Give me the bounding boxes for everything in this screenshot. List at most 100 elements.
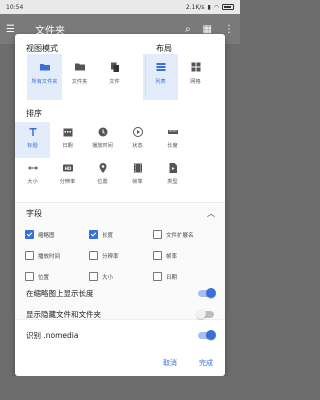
background-scrim [0,376,240,400]
view-mode-title: 视图模式 [26,44,58,53]
view-layout-row: 所有文件夹 文件夹 文件 列表 网格 [15,54,225,100]
svg-text:HD: HD [64,166,71,171]
view-mode-folders[interactable]: 文件夹 [62,54,97,100]
toggle-label: 识别 .nomedia [26,330,79,340]
ruler-icon [167,130,178,134]
field-length[interactable]: 长度 [89,224,153,245]
cancel-button[interactable]: 取消 [163,358,177,368]
layout-label: 列表 [155,79,166,85]
toggle-label: 在缩略图上显示长度 [26,288,94,298]
signal-icon: ▮ [207,3,211,11]
view-mode-label: 文件夹 [71,79,88,85]
battery-icon [222,4,234,10]
sort-label: 分辨率 [59,179,76,185]
done-button[interactable]: 完成 [199,358,213,368]
status-bar: 10:54 2.1K/s ▮ ◠ [0,0,240,14]
network-speed: 2.1K/s [185,3,205,11]
status-icon [132,127,143,137]
menu-icon[interactable]: ☰ [6,24,15,35]
checkbox[interactable] [25,230,34,239]
more-icon[interactable]: ⋮ [224,24,234,35]
field-thumbnail[interactable]: 缩略图 [25,224,89,245]
status-time: 10:54 [6,3,24,11]
field-label: 缩略图 [38,232,55,239]
field-resolution[interactable]: 分辨率 [89,245,153,266]
title-icon [29,128,36,136]
field-label: 日期 [166,274,178,281]
folder-open-icon [39,64,50,71]
checkbox[interactable] [25,251,34,260]
sort-label: 帧率 [132,179,143,185]
fields-header[interactable]: 字段 ︿ [15,203,225,223]
fields-section: 字段 ︿ 缩略图 长度 文件扩展名 播放时间 分辨率 帧率 位置 大小 日期 [15,202,225,320]
field-extension[interactable]: 文件扩展名 [153,224,217,245]
sort-label: 位置 [97,179,108,185]
field-label: 帧率 [166,253,178,260]
sort-label: 标题 [27,143,38,149]
sort-options-grid: 标题 日期 播放时间 状态 长度 大小 HD 分辨率 位置 帧率 类型 [15,122,225,194]
field-label: 位置 [38,274,50,281]
sort-label: 状态 [132,143,143,149]
checkbox[interactable] [153,230,162,239]
sort-placeholder [190,122,225,158]
layout-divider [145,56,146,96]
field-playtime[interactable]: 播放时间 [25,245,89,266]
layout-grid[interactable]: 网格 [178,54,213,100]
layout-title: 布局 [156,44,172,53]
layout-list[interactable]: 列表 [143,54,178,100]
sort-type-option[interactable]: 类型 [155,158,190,194]
sort-label: 类型 [167,179,178,185]
field-framerate[interactable]: 帧率 [153,245,217,266]
sort-title-option[interactable]: 标题 [15,122,50,158]
fields-grid: 缩略图 长度 文件扩展名 播放时间 分辨率 帧率 位置 大小 日期 [25,224,217,287]
toggle-nomedia[interactable]: 识别 .nomedia [15,326,225,344]
view-mode-files[interactable]: 文件 [97,54,132,100]
sort-title: 排序 [26,109,42,118]
status-icons: 2.1K/s ▮ ◠ [186,4,234,11]
clock-icon [98,127,107,137]
view-options-icon[interactable]: ▦ [203,24,212,35]
folder-icon [74,63,85,71]
view-mode-label: 文件 [109,79,120,85]
view-mode-all-folders[interactable]: 所有文件夹 [27,54,62,100]
checkbox[interactable] [153,251,162,260]
checkbox[interactable] [89,272,98,281]
chevron-up-icon[interactable]: ︿ [207,208,215,219]
checkbox[interactable] [89,251,98,260]
toggle-switch[interactable] [198,329,216,340]
view-options-dialog: 视图模式 布局 所有文件夹 文件夹 文件 列表 网格 排序 标题 日期 播放时间… [15,34,225,376]
field-label: 播放时间 [38,253,61,260]
sort-label: 日期 [62,143,73,149]
grid-icon [191,62,200,72]
sort-size-option[interactable]: 大小 [15,158,50,194]
field-label: 文件扩展名 [166,232,194,239]
toggle-switch[interactable] [196,308,214,319]
search-icon[interactable]: ⌕ [185,24,191,35]
hd-icon: HD [62,164,73,172]
view-mode-label: 所有文件夹 [31,79,58,85]
sort-resolution-option[interactable]: HD 分辨率 [50,158,85,194]
sort-framerate-option[interactable]: 帧率 [120,158,155,194]
sort-label: 长度 [167,143,178,149]
toggle-show-hidden[interactable]: 显示隐藏文件和文件夹 [15,305,225,323]
checkbox[interactable] [153,272,162,281]
toggle-label: 显示隐藏文件和文件夹 [26,309,101,319]
field-label: 长度 [102,232,114,239]
checkbox[interactable] [25,272,34,281]
dialog-actions: 取消 完成 [163,358,213,368]
sort-location-option[interactable]: 位置 [85,158,120,194]
fields-title: 字段 [26,208,42,218]
location-icon [99,163,106,173]
sort-status-option[interactable]: 状态 [120,122,155,158]
sort-date-option[interactable]: 日期 [50,122,85,158]
sort-playtime-option[interactable]: 播放时间 [85,122,120,158]
toggle-switch[interactable] [198,287,216,298]
toggle-show-length[interactable]: 在缩略图上显示长度 [15,284,225,302]
list-icon [156,63,165,71]
checkbox[interactable] [89,230,98,239]
sort-label: 大小 [27,179,38,185]
file-type-icon [169,163,177,173]
sort-label: 播放时间 [92,143,113,149]
sort-length-option[interactable]: 长度 [155,122,190,158]
field-label: 分辨率 [102,253,119,260]
